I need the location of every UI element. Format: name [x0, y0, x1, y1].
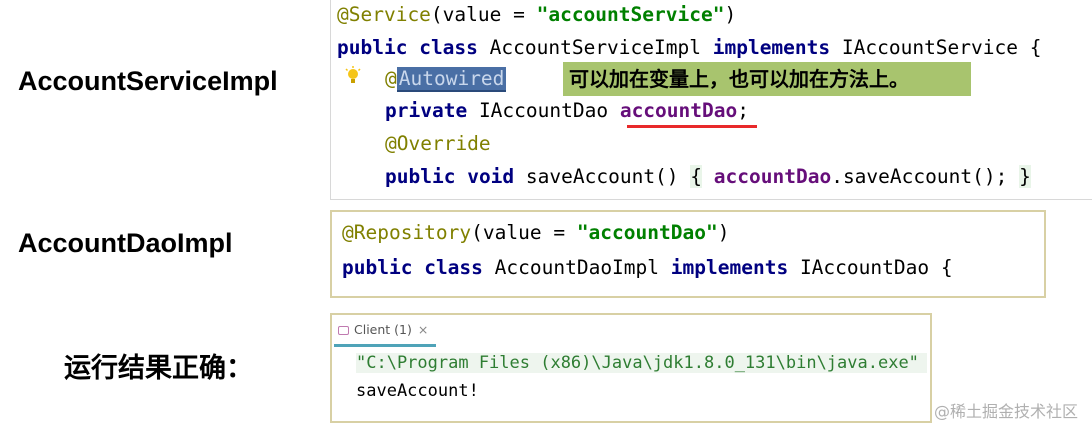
dao-code-panel: @Repository(value = "accountDao") public… — [330, 210, 1046, 298]
method-call: .saveAccount(); — [831, 165, 1008, 188]
keyword-public: public — [385, 165, 456, 188]
label-result-correct: 运行结果正确： — [64, 353, 253, 383]
string-account-service: "accountService" — [536, 3, 725, 26]
code-line-class-declaration: public class AccountServiceImpl implemen… — [337, 33, 1041, 63]
tab-label: Client (1) — [354, 322, 412, 337]
code-text: ) — [717, 221, 730, 244]
run-config-icon — [338, 326, 349, 335]
close-icon[interactable]: × — [418, 322, 428, 337]
code-text: (value = — [430, 3, 537, 26]
keyword-class: class — [419, 36, 478, 59]
brace-close: } — [1019, 165, 1031, 188]
annotation-override: @Override — [385, 132, 491, 155]
console-command-line: "C:\Program Files (x86)\Java\jdk1.8.0_13… — [356, 353, 927, 373]
method-signature: saveAccount() — [525, 165, 679, 188]
code-line-override: @Override — [385, 129, 491, 159]
annotation-autowired-selected[interactable]: Autowired — [396, 67, 507, 92]
watermark: @稀土掘金技术社区 — [933, 402, 1078, 421]
keyword-public: public — [337, 36, 408, 59]
keyword-private: private — [385, 99, 468, 122]
brace-open: { — [690, 165, 703, 188]
class-name: AccountDaoImpl — [494, 256, 660, 279]
interface-name: IAccountDao { — [799, 256, 953, 279]
tab-client[interactable]: Client (1) × — [334, 317, 436, 347]
keyword-void: void — [467, 165, 515, 188]
annotation-at: @ — [385, 67, 397, 90]
keyword-implements: implements — [712, 36, 831, 59]
code-line-autowired: @ Autowired — [385, 64, 507, 94]
keyword-class: class — [424, 256, 483, 279]
console-output-line: saveAccount! — [356, 381, 479, 401]
code-text: ) — [724, 3, 737, 26]
call-target-account-dao: accountDao — [713, 165, 832, 188]
annotation-repository: @Repository — [342, 221, 472, 244]
annotation-note: 可以加在变量上，也可以加在方法上。 — [563, 62, 971, 96]
field-type: IAccountDao — [478, 99, 609, 122]
class-name: AccountServiceImpl — [489, 36, 701, 59]
keyword-implements: implements — [670, 256, 789, 279]
code-text: (value = — [471, 221, 577, 244]
code-line-repository-annotation: @Repository(value = "accountDao") — [342, 218, 729, 248]
code-text: ; — [737, 99, 749, 122]
service-code-panel: @Service(value = "accountService") publi… — [330, 0, 1092, 200]
keyword-public: public — [342, 256, 413, 279]
code-line-dao-class-declaration: public class AccountDaoImpl implements I… — [342, 253, 953, 283]
code-line-field: private IAccountDao accountDao; — [385, 96, 749, 126]
code-line-method: public void saveAccount() { accountDao.s… — [385, 162, 1031, 192]
annotation-service: @Service — [337, 3, 431, 26]
lightbulb-icon[interactable] — [345, 66, 361, 88]
code-line-service-annotation: @Service(value = "accountService") — [337, 0, 736, 30]
string-account-dao: "accountDao" — [576, 221, 718, 244]
field-account-dao: accountDao — [619, 99, 738, 122]
red-underline — [627, 125, 757, 128]
label-account-dao-impl: AccountDaoImpl — [18, 228, 233, 258]
label-account-service-impl: AccountServiceImpl — [18, 66, 278, 96]
run-console-panel: Client (1) × "C:\Program Files (x86)\Java… — [330, 313, 932, 423]
interface-name: IAccountService { — [841, 36, 1042, 59]
